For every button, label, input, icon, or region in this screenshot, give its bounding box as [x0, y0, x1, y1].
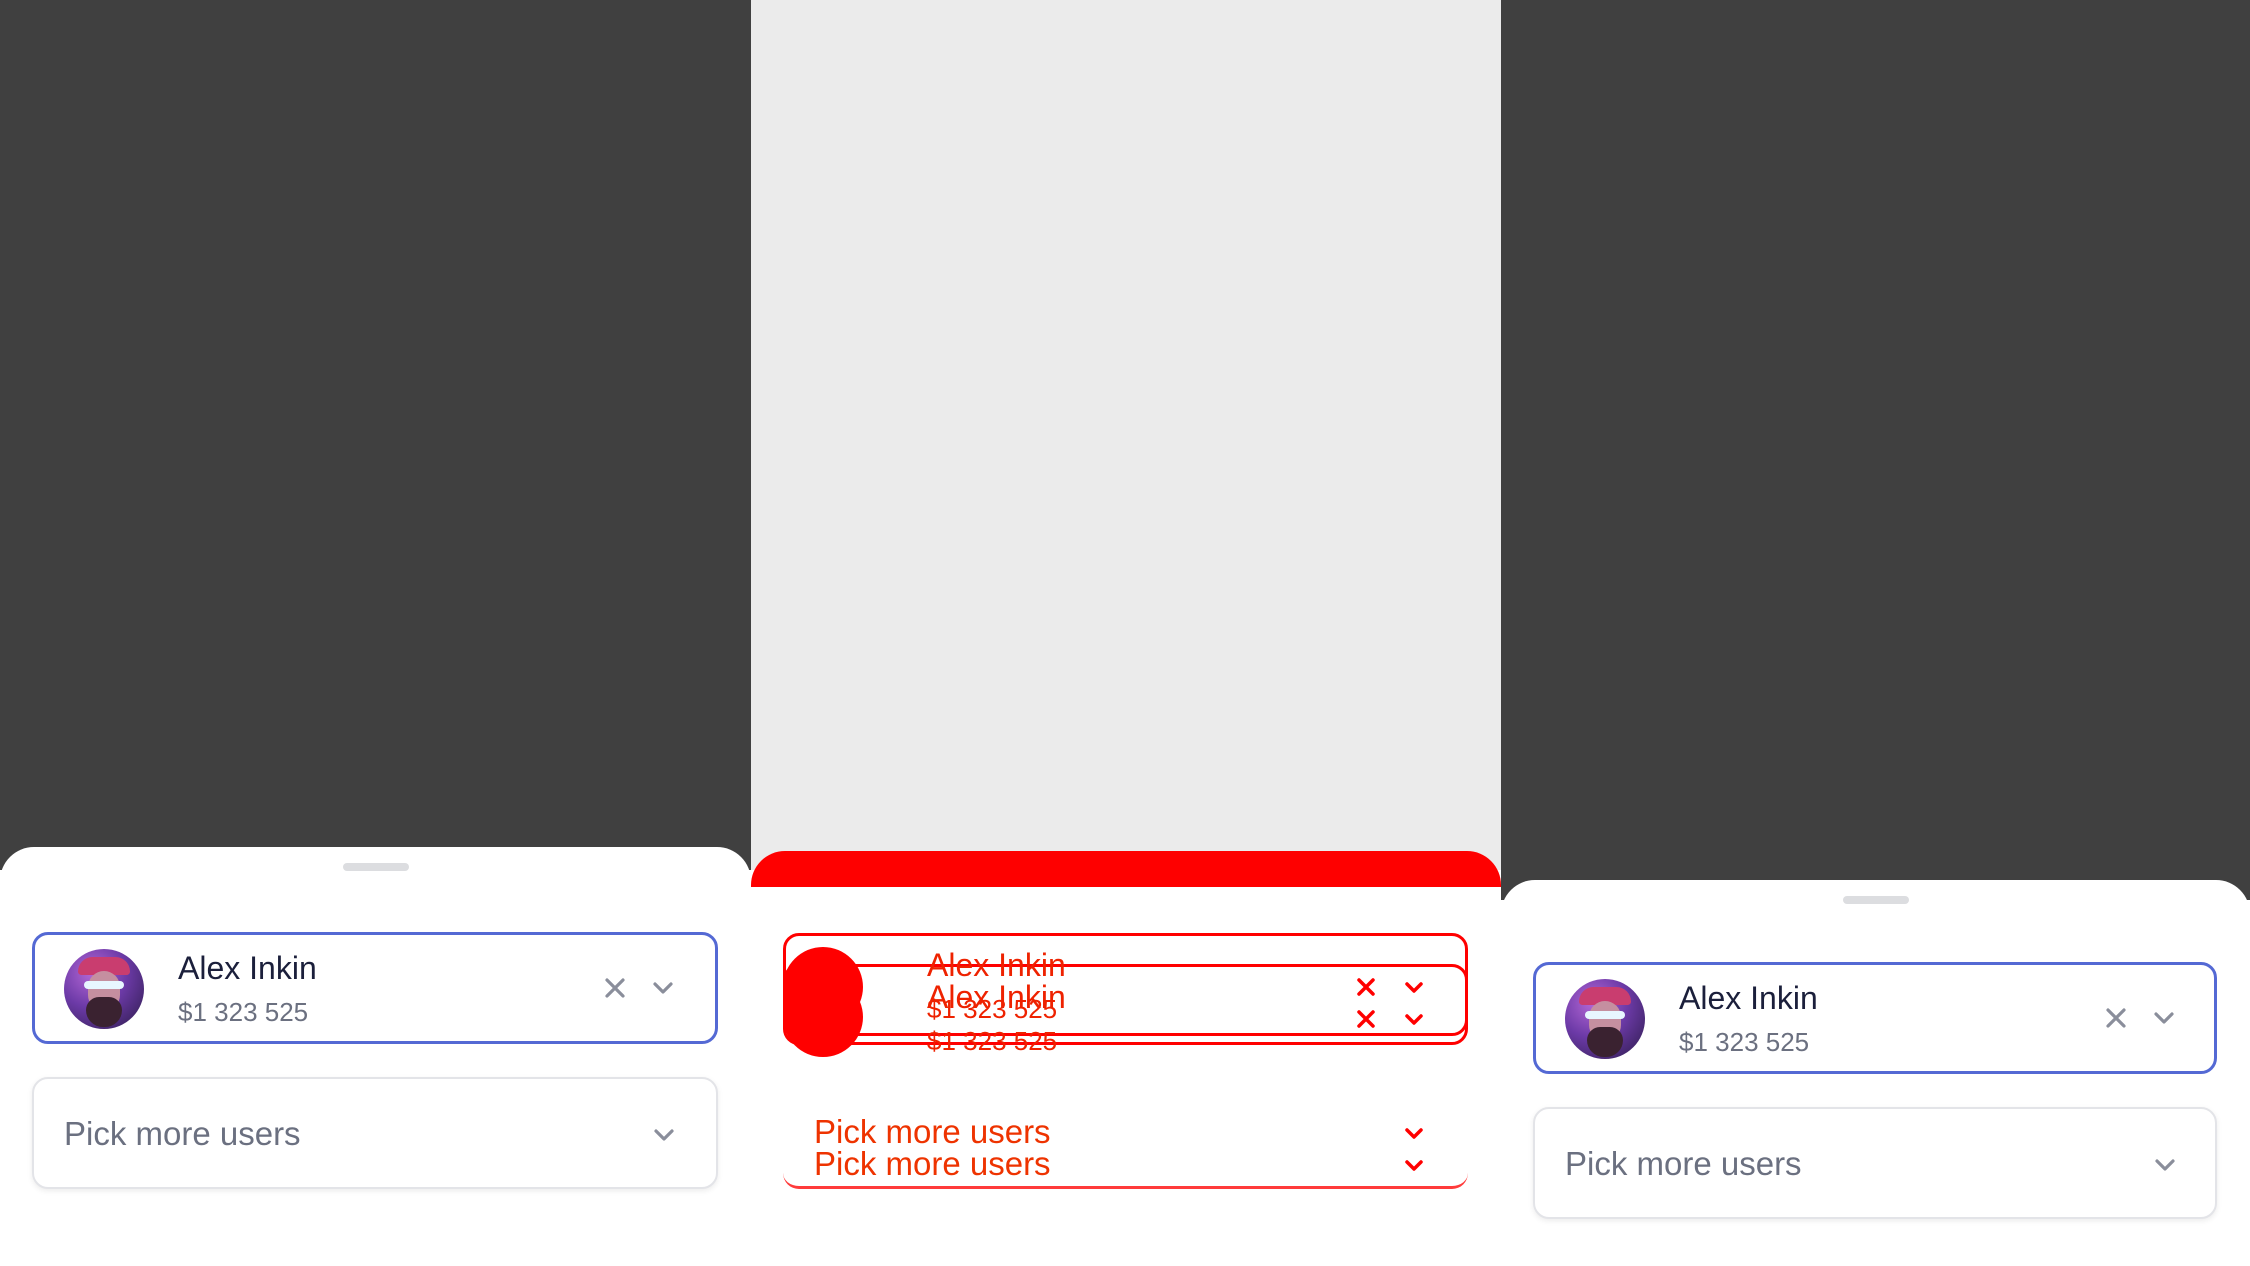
user-name: Alex Inkin [178, 950, 317, 986]
user-name: Alex Inkin [1679, 980, 1818, 1016]
backdrop[interactable] [751, 0, 1501, 870]
chevron-down-icon [1399, 1004, 1429, 1034]
diff-user-amount: $1 323 525 [927, 994, 1058, 1024]
selected-user-field[interactable]: Alex Inkin $1 323 525 [1533, 962, 2217, 1074]
user-avatar [1565, 979, 1645, 1059]
sheet-handle[interactable] [342, 863, 409, 871]
bottom-sheet: Alex Inkin $1 323 525 Pick more users [0, 847, 751, 1266]
chevron-down-icon[interactable] [646, 1117, 682, 1153]
user-avatar [64, 949, 144, 1029]
sheet-handle[interactable] [1842, 896, 1909, 904]
close-icon[interactable] [597, 970, 633, 1006]
diff-picker-placeholder: Pick more users [814, 1145, 1051, 1182]
panel-right: Alex Inkin $1 323 525 Pick more users [1501, 0, 2250, 1266]
diff-user-amount: $1 323 525 [927, 1026, 1058, 1056]
picker-placeholder: Pick more users [1565, 1145, 1802, 1182]
panel-left: Alex Inkin $1 323 525 Pick more users [0, 0, 751, 1266]
diff-avatar [783, 977, 863, 1057]
chevron-down-icon[interactable] [645, 970, 681, 1006]
selected-user-field[interactable]: Alex Inkin $1 323 525 [32, 932, 718, 1044]
bottom-sheet-diff: Alex Inkin Alex Inkin $1 323 525 $1 323 … [751, 851, 1501, 1266]
chevron-down-icon[interactable] [2147, 1147, 2183, 1183]
backdrop[interactable] [0, 0, 751, 870]
chevron-down-icon[interactable] [2146, 1000, 2182, 1036]
panel-middle-diff: Alex Inkin Alex Inkin $1 323 525 $1 323 … [751, 0, 1501, 1266]
backdrop[interactable] [1501, 0, 2250, 900]
close-icon[interactable] [2098, 1000, 2134, 1036]
chevron-down-icon [1399, 972, 1429, 1002]
pick-more-users-field[interactable]: Pick more users [32, 1077, 718, 1189]
pick-more-users-field[interactable]: Pick more users [1533, 1107, 2217, 1219]
stage: Alex Inkin $1 323 525 Pick more users Al… [0, 0, 2250, 1266]
close-icon [1351, 1004, 1381, 1034]
chevron-down-icon [1399, 1150, 1429, 1180]
diff-header-bar [751, 851, 1501, 887]
user-amount: $1 323 525 [1679, 1027, 1810, 1057]
user-amount: $1 323 525 [178, 997, 309, 1027]
picker-placeholder: Pick more users [64, 1115, 301, 1152]
bottom-sheet: Alex Inkin $1 323 525 Pick more users [1501, 880, 2250, 1266]
close-icon [1351, 972, 1381, 1002]
chevron-down-icon [1399, 1118, 1429, 1148]
